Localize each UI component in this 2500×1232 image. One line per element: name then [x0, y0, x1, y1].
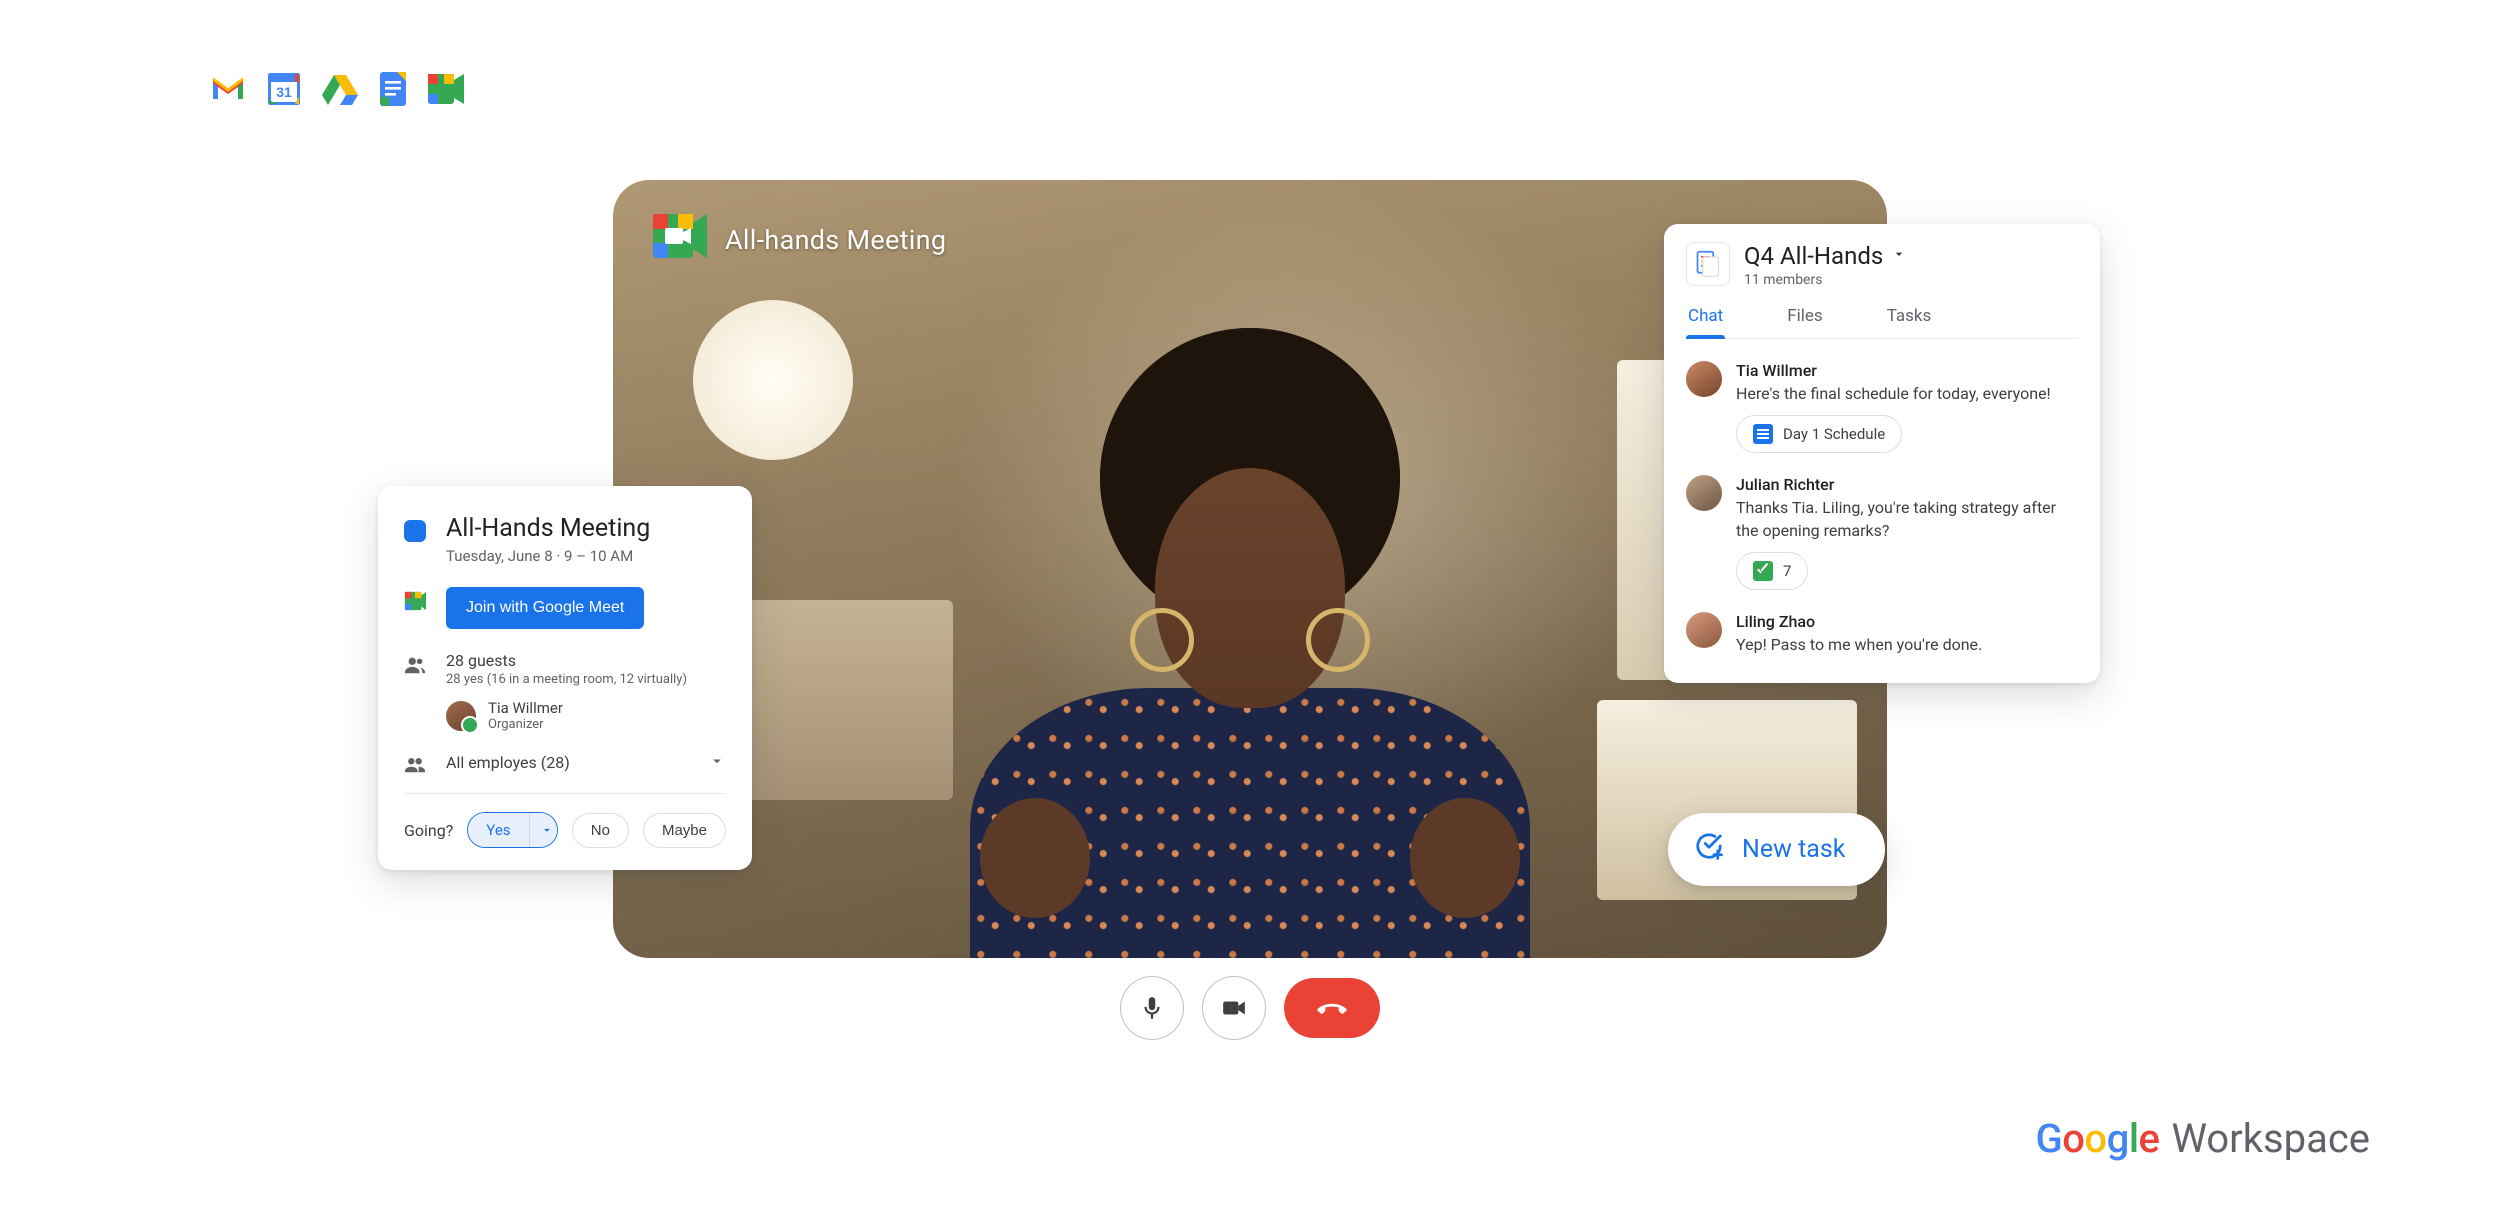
chevron-down-icon	[708, 752, 726, 774]
reaction-count: 7	[1783, 562, 1791, 580]
guest-group-label: All employes (28)	[446, 753, 688, 772]
check-icon	[1753, 561, 1773, 581]
space-avatar-icon	[1686, 242, 1730, 286]
space-title: Q4 All-Hands	[1744, 242, 1883, 270]
chat-message: Julian Richter Thanks Tia. Liling, you'r…	[1686, 475, 2078, 590]
space-tabs: Chat Files Tasks	[1686, 306, 2078, 339]
meet-icon	[428, 74, 464, 104]
doc-icon	[1753, 424, 1773, 444]
message-sender: Liling Zhao	[1736, 612, 2078, 631]
message-text: Here's the final schedule for today, eve…	[1736, 383, 2078, 405]
organizer-name: Tia Willmer	[488, 699, 563, 717]
rsvp-yes-dropdown-icon[interactable]	[529, 813, 558, 847]
message-sender: Julian Richter	[1736, 475, 2078, 494]
chat-message: Liling Zhao Yep! Pass to me when you're …	[1686, 612, 2078, 656]
reaction-chip[interactable]: 7	[1736, 552, 1808, 590]
tab-files[interactable]: Files	[1785, 306, 1824, 338]
hangup-button[interactable]	[1284, 978, 1380, 1038]
join-meet-button[interactable]: Join with Google Meet	[446, 587, 644, 629]
event-color-dot	[404, 520, 426, 542]
space-title-row[interactable]: Q4 All-Hands	[1744, 242, 2078, 270]
meet-controls	[1120, 976, 1380, 1040]
chat-space-panel: Q4 All-Hands 11 members Chat Files Tasks…	[1664, 224, 2100, 683]
doc-chip-label: Day 1 Schedule	[1783, 425, 1885, 443]
rsvp-no-button[interactable]: No	[572, 813, 629, 848]
calendar-event-card: All-Hands Meeting Tuesday, June 8 · 9 – …	[378, 486, 752, 870]
drive-icon	[322, 73, 358, 105]
meet-overlay-title: All-hands Meeting	[725, 224, 946, 256]
avatar	[1686, 361, 1722, 397]
new-task-icon	[1694, 831, 1724, 868]
group-icon	[404, 753, 426, 775]
svg-text:31: 31	[276, 84, 292, 100]
meet-app-icon	[653, 214, 707, 265]
workspace-wordmark: Workspace	[2171, 1115, 2370, 1162]
participant-video	[930, 318, 1570, 958]
chat-message: Tia Willmer Here's the final schedule fo…	[1686, 361, 2078, 453]
google-workspace-logo: Google Workspace	[2035, 1115, 2370, 1162]
tab-chat[interactable]: Chat	[1686, 306, 1725, 338]
rsvp-yes-button[interactable]: Yes	[467, 812, 557, 848]
guests-detail: 28 yes (16 in a meeting room, 12 virtual…	[446, 672, 687, 687]
guests-icon	[404, 654, 426, 676]
tab-tasks[interactable]: Tasks	[1885, 306, 1934, 338]
mute-button[interactable]	[1120, 976, 1184, 1040]
docs-icon	[380, 72, 406, 106]
event-title: All-Hands Meeting	[446, 514, 650, 543]
avatar	[1686, 475, 1722, 511]
guests-count: 28 guests	[446, 651, 687, 670]
message-sender: Tia Willmer	[1736, 361, 2078, 380]
message-text: Thanks Tia. Liling, you're taking strate…	[1736, 497, 2078, 542]
new-task-button[interactable]: New task	[1668, 813, 1885, 886]
doc-chip[interactable]: Day 1 Schedule	[1736, 415, 1902, 453]
message-text: Yep! Pass to me when you're done.	[1736, 634, 2078, 656]
camera-button[interactable]	[1202, 976, 1266, 1040]
space-members: 11 members	[1744, 272, 2078, 288]
guest-group-row[interactable]: All employes (28)	[404, 750, 726, 775]
avatar	[1686, 612, 1722, 648]
caret-down-icon	[1891, 246, 1907, 266]
rsvp-label: Going?	[404, 821, 453, 840]
event-datetime: Tuesday, June 8 · 9 – 10 AM	[446, 547, 650, 565]
new-task-label: New task	[1742, 835, 1845, 864]
calendar-icon: 31	[268, 73, 300, 105]
rsvp-maybe-button[interactable]: Maybe	[643, 813, 726, 848]
organizer-avatar	[446, 701, 476, 731]
meet-icon	[404, 590, 426, 612]
gmail-icon	[210, 75, 246, 103]
organizer-role: Organizer	[488, 717, 563, 732]
workspace-app-row: 31	[210, 72, 464, 106]
google-wordmark: Google	[2035, 1115, 2159, 1162]
rsvp-yes-label: Yes	[468, 813, 528, 847]
